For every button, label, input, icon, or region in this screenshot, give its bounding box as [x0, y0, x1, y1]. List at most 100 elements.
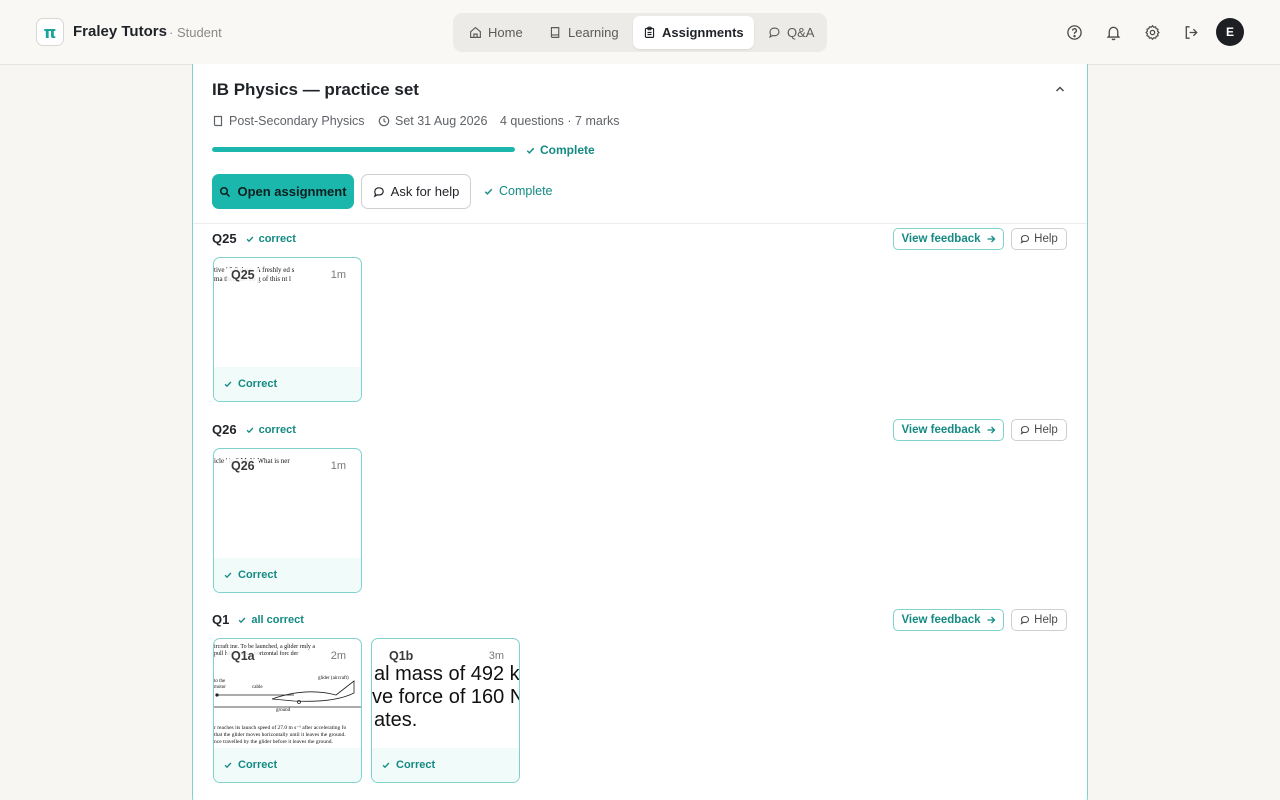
help-label: Help [1034, 614, 1058, 626]
question-thumbnail-q26[interactable]: icle ' is 6 MeV. What is ner Q26 1m Corr… [213, 448, 362, 593]
view-feedback-button[interactable]: View feedback [893, 228, 1004, 250]
main-nav: Home Learning Assignments Q&A [453, 13, 827, 52]
home-icon [470, 26, 481, 38]
search-icon [220, 186, 231, 197]
assignment-subject: Post-Secondary Physics [212, 114, 364, 128]
snippet-line: nce travelled by the glider before it le… [214, 739, 333, 745]
avatar[interactable]: E [1216, 18, 1244, 46]
time-spent: 1m [328, 460, 348, 472]
question-status: all correct [237, 614, 304, 626]
result-label: Correct [238, 378, 278, 390]
view-feedback-button[interactable]: View feedback [893, 419, 1004, 441]
arrow-right-icon [987, 235, 995, 243]
top-bar: π Fraley Tutors · Student Home Learning … [0, 0, 1280, 65]
chat-icon [1020, 234, 1030, 244]
book-icon [213, 115, 223, 127]
question-id: Q26 [212, 422, 237, 437]
check-icon [246, 236, 253, 242]
help-circle-icon[interactable] [1064, 22, 1084, 42]
diagram-label: glider (aircraft) [318, 676, 349, 681]
time-spent: 2m [328, 650, 348, 662]
ask-for-help-button[interactable]: Ask for help [361, 174, 471, 209]
divider [193, 223, 1087, 224]
check-icon [224, 762, 232, 769]
view-feedback-button[interactable]: View feedback [893, 609, 1004, 631]
result-footer: Correct [214, 748, 361, 782]
brand-name[interactable]: Fraley Tutors [73, 23, 167, 40]
question-thumbnail-q25[interactable]: tive ' 5.0 days. A freshly ed s ma there… [213, 257, 362, 402]
view-feedback-label: View feedback [901, 424, 981, 436]
result-footer: Correct [372, 748, 519, 782]
assignment-date: Set 31 Aug 2026 [378, 114, 487, 128]
question-id: Q1 [212, 612, 230, 627]
question-status-label: all correct [251, 613, 304, 626]
arrow-right-icon [987, 426, 995, 434]
view-feedback-label: View feedback [901, 233, 981, 245]
snippet-line: r reaches its launch speed of 27.0 m s⁻¹… [214, 725, 347, 731]
question-header-q1: Q1 all correct [212, 612, 304, 627]
snippet-line: ates. [374, 709, 418, 731]
nav-assignments-label: Assignments [662, 25, 744, 40]
nav-home[interactable]: Home [459, 16, 533, 49]
nav-home-label: Home [488, 25, 523, 40]
question-header-q25: Q25 correct [212, 231, 296, 246]
open-assignment-button[interactable]: Open assignment [212, 174, 354, 209]
check-icon [246, 427, 253, 433]
diagram-label: motor [214, 685, 226, 690]
question-thumbnail-q1b[interactable]: al mass of 492 kg. ve force of 160 N. at… [371, 638, 520, 783]
check-icon [382, 762, 390, 769]
question-status-label: correct [258, 423, 296, 436]
snippet-line: al mass of 492 kg. [374, 663, 520, 685]
part-label: Q1b [385, 649, 418, 663]
bell-icon[interactable] [1103, 22, 1123, 42]
progress-label: Complete [540, 143, 595, 157]
diagram-label: cable [252, 685, 263, 690]
result-label: Correct [238, 759, 278, 771]
part-label: Q25 [227, 268, 259, 282]
set-date-label: Set 31 Aug 2026 [395, 114, 488, 128]
subject-label: Post-Secondary Physics [229, 114, 365, 128]
chevron-up-icon[interactable] [1053, 82, 1067, 96]
user-role: · Student [169, 25, 222, 40]
question-thumbnail-q1a[interactable]: ircraft ine. To be launched, a glider rm… [213, 638, 362, 783]
help-label: Help [1034, 424, 1058, 436]
logout-icon[interactable] [1181, 22, 1201, 42]
assignment-status: Complete [483, 184, 553, 198]
help-button[interactable]: Help [1011, 609, 1067, 631]
chat-icon [1020, 425, 1030, 435]
question-status: correct [245, 233, 296, 245]
result-label: Correct [396, 759, 436, 771]
part-label: Q26 [227, 459, 259, 473]
question-id: Q25 [212, 231, 237, 246]
open-assignment-label: Open assignment [237, 184, 347, 199]
chat-icon [373, 186, 384, 197]
arrow-right-icon [987, 616, 995, 624]
chat-icon [1020, 615, 1030, 625]
nav-learning-label: Learning [568, 25, 619, 40]
gear-icon[interactable] [1142, 22, 1162, 42]
snippet-line: ve force of 160 N. [372, 686, 520, 708]
part-label: Q1a [227, 649, 259, 663]
check-icon [224, 572, 232, 579]
summary-label: 4 questions · 7 marks [500, 114, 620, 128]
ask-for-help-label: Ask for help [390, 184, 460, 199]
result-footer: Correct [214, 558, 361, 592]
progress-bar [212, 147, 515, 152]
diagram-label: ground [276, 708, 291, 713]
nav-assignments[interactable]: Assignments [633, 16, 754, 49]
clipboard-icon [644, 26, 655, 38]
chat-icon [769, 27, 780, 39]
result-label: Correct [238, 569, 278, 581]
clock-icon [378, 115, 390, 127]
help-label: Help [1034, 233, 1058, 245]
result-footer: Correct [214, 367, 361, 401]
nav-qa[interactable]: Q&A [758, 16, 824, 49]
help-button[interactable]: Help [1011, 419, 1067, 441]
check-icon [238, 617, 246, 623]
nav-learning[interactable]: Learning [539, 16, 629, 49]
question-header-q26: Q26 correct [212, 422, 296, 437]
brand-logo[interactable]: π [36, 18, 64, 46]
help-button[interactable]: Help [1011, 228, 1067, 250]
check-icon [484, 188, 493, 195]
book-icon [550, 27, 560, 38]
